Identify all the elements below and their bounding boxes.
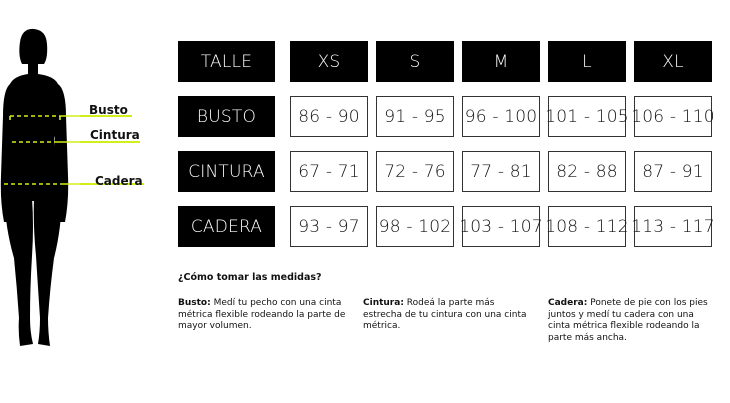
measurement-leader-lines: [80, 115, 144, 185]
row-label-cadera: CADERA: [178, 206, 275, 247]
header-cell-s: S: [376, 41, 454, 82]
cell-busto-s: 91 - 95: [376, 96, 454, 137]
note-cadera-term: Cadera:: [548, 298, 588, 308]
cell-busto-l: 101 - 105: [545, 96, 629, 137]
header-cell-xs: XS: [290, 41, 368, 82]
busto-label: Busto: [89, 103, 128, 117]
cell-busto-xs: 86 - 90: [290, 96, 368, 137]
cell-busto-xl: 106 - 110: [631, 96, 715, 137]
note-busto-term: Busto:: [178, 298, 211, 308]
header-cell-l: L: [548, 41, 626, 82]
body-silhouette-figure: [0, 28, 80, 346]
cell-cintura-xl: 87 - 91: [634, 151, 712, 192]
header-cell-talle: TALLE: [178, 41, 275, 82]
cell-cadera-xs: 93 - 97: [290, 206, 368, 247]
row-label-busto: BUSTO: [178, 96, 275, 137]
cell-cadera-xl: 113 - 117: [631, 206, 715, 247]
cell-busto-m: 96 - 100: [462, 96, 540, 137]
cell-cintura-xs: 67 - 71: [290, 151, 368, 192]
header-cell-m: M: [462, 41, 540, 82]
note-busto: Busto: Medí tu pecho con una cinta métri…: [178, 298, 348, 333]
cell-cintura-s: 72 - 76: [376, 151, 454, 192]
row-label-cintura: CINTURA: [178, 151, 275, 192]
cell-cadera-m: 103 - 107: [459, 206, 543, 247]
cell-cintura-l: 82 - 88: [548, 151, 626, 192]
cell-cadera-l: 108 - 112: [545, 206, 629, 247]
cell-cintura-m: 77 - 81: [462, 151, 540, 192]
howto-title: ¿Cómo tomar las medidas?: [178, 272, 322, 283]
cadera-label: Cadera: [95, 174, 143, 188]
cell-cadera-s: 98 - 102: [376, 206, 454, 247]
cintura-label: Cintura: [90, 128, 140, 142]
header-cell-xl: XL: [634, 41, 712, 82]
note-cadera: Cadera: Ponete de pie con los pies junto…: [548, 298, 718, 344]
note-cintura-term: Cintura:: [363, 298, 404, 308]
note-cintura: Cintura: Rodeá la parte más estrecha de …: [363, 298, 528, 333]
